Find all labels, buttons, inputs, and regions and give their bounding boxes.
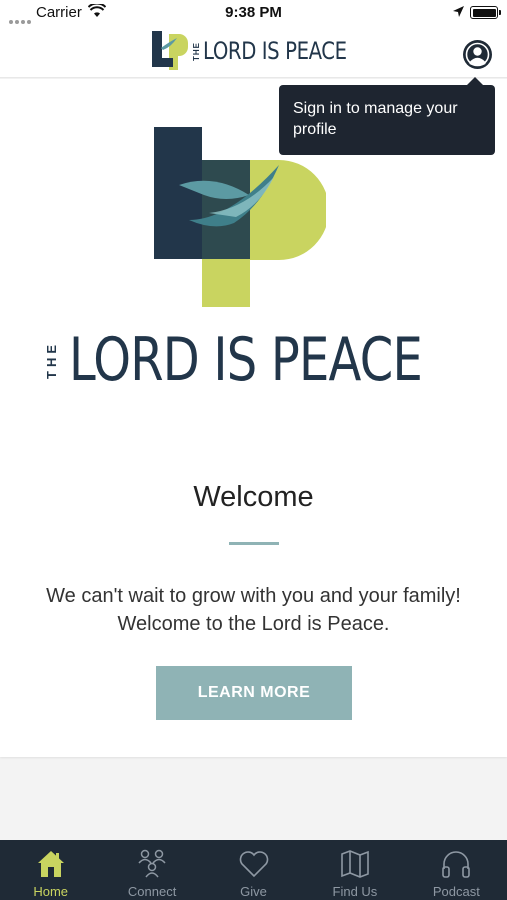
header-logo[interactable]: THE LORD IS PEACE bbox=[151, 30, 378, 72]
lp-mark-icon bbox=[152, 31, 188, 70]
tab-find-us[interactable]: Find Us bbox=[304, 840, 405, 900]
battery-icon bbox=[470, 6, 501, 19]
profile-button[interactable] bbox=[463, 40, 492, 69]
tab-label-podcast: Podcast bbox=[432, 884, 480, 899]
tab-give[interactable]: Give bbox=[203, 840, 304, 900]
status-bar: Carrier 9:38 PM bbox=[0, 0, 507, 26]
tab-bar: Home Connect Give Find Us Podcast bbox=[0, 840, 507, 900]
welcome-title: Welcome bbox=[193, 481, 314, 513]
welcome-card: THE LORD IS PEACE Welcome We can't wait … bbox=[0, 79, 507, 757]
tab-connect[interactable]: Connect bbox=[101, 840, 202, 900]
home-icon bbox=[37, 851, 64, 877]
header-logo-prefix: THE bbox=[192, 41, 201, 61]
learn-more-button[interactable]: LEARN MORE bbox=[156, 666, 352, 720]
tab-label-find-us: Find Us bbox=[332, 884, 378, 899]
app-header: THE LORD IS PEACE bbox=[0, 26, 507, 78]
tab-label-home: Home bbox=[33, 884, 69, 899]
welcome-message: We can't wait to grow with you and your … bbox=[46, 585, 461, 635]
tab-podcast[interactable]: Podcast bbox=[406, 840, 507, 900]
headphones-icon bbox=[442, 851, 471, 878]
people-icon bbox=[138, 849, 166, 878]
hero-wordmark-prefix: THE bbox=[44, 341, 59, 379]
hero-wordmark: THE LORD IS PEACE bbox=[44, 325, 507, 395]
hero-wordmark-text: LORD IS PEACE bbox=[69, 325, 423, 395]
header-logo-text: LORD IS PEACE bbox=[203, 37, 347, 65]
location-arrow-icon bbox=[452, 5, 465, 23]
title-divider bbox=[229, 542, 279, 545]
map-icon bbox=[341, 850, 369, 878]
tab-label-give: Give bbox=[240, 884, 267, 899]
clock: 9:38 PM bbox=[225, 4, 282, 21]
heart-icon bbox=[239, 851, 268, 878]
tab-label-connect: Connect bbox=[127, 884, 177, 899]
sign-in-tooltip[interactable]: Sign in to manage your profile bbox=[279, 77, 495, 155]
tab-home[interactable]: Home bbox=[0, 840, 101, 900]
user-circle-icon bbox=[465, 42, 490, 67]
